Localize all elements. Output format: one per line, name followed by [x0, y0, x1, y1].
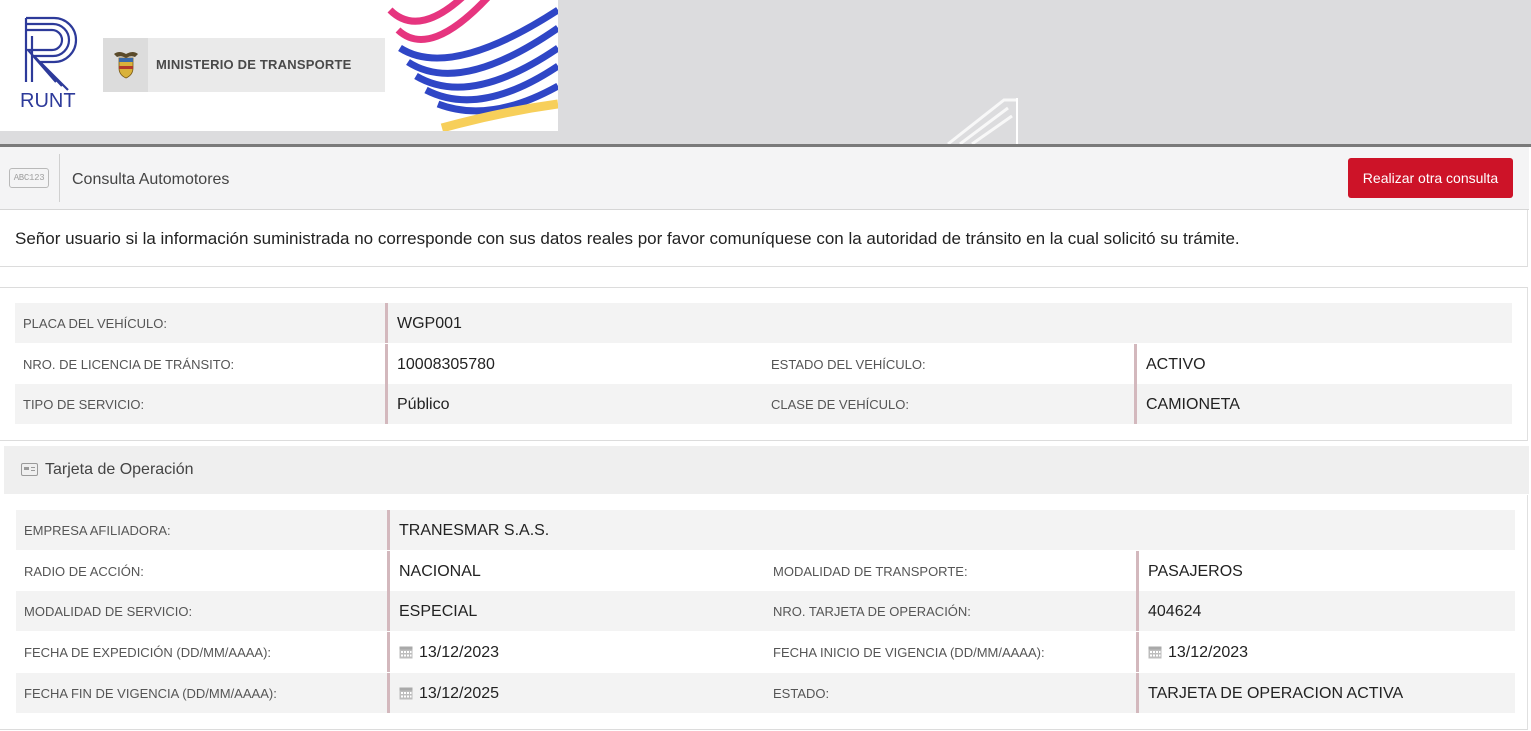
- table-row: FECHA FIN DE VIGENCIA (DD/MM/AAAA): 13/1…: [16, 673, 1515, 713]
- table-row: FECHA DE EXPEDICIÓN (DD/MM/AAAA): 13/12/…: [16, 632, 1515, 672]
- new-query-button[interactable]: Realizar otra consulta: [1348, 158, 1513, 198]
- tipo-servicio-value: Público: [397, 396, 450, 413]
- notice-text: Señor usuario si la información suminist…: [15, 229, 1240, 248]
- tarjeta-section-header[interactable]: Tarjeta de Operación: [4, 446, 1529, 494]
- table-row: PLACA DEL VEHÍCULO: WGP001: [15, 303, 1512, 343]
- placa-value: WGP001: [397, 315, 462, 332]
- tarjeta-info-panel: EMPRESA AFILIADORA: TRANESMAR S.A.S. RAD…: [0, 495, 1528, 730]
- estado-tarjeta-label: ESTADO:: [773, 686, 830, 701]
- calendar-icon: [1148, 646, 1162, 659]
- estado-tarjeta-value-cell: TARJETA DE OPERACION ACTIVA: [1136, 673, 1515, 713]
- modalidad-servicio-label: MODALIDAD DE SERVICIO:: [24, 604, 193, 619]
- header-banner: RUNT MINISTERIO DE TRANSPORTE: [0, 0, 1531, 144]
- fecha-inicio-value-cell: 13/12/2023: [1136, 632, 1515, 672]
- coat-of-arms-icon: [114, 52, 138, 79]
- decorative-waves-graphic: [387, 0, 558, 131]
- fecha-expedicion-value: 13/12/2023: [419, 644, 500, 661]
- estado-vehiculo-label: ESTADO DEL VEHÍCULO:: [771, 357, 926, 372]
- radio-accion-value-cell: NACIONAL: [387, 551, 760, 591]
- licencia-value-cell: 10008305780: [385, 344, 758, 384]
- table-row: NRO. DE LICENCIA DE TRÁNSITO: 1000830578…: [15, 344, 1512, 384]
- clase-vehiculo-value: CAMIONETA: [1146, 396, 1240, 413]
- tipo-servicio-value-cell: Público: [385, 384, 758, 424]
- nro-tarjeta-label: NRO. TARJETA DE OPERACIÓN:: [773, 604, 971, 619]
- runt-logo-text: RUNT: [20, 90, 76, 112]
- calendar-icon: [399, 646, 413, 659]
- table-row: TIPO DE SERVICIO: Público CLASE DE VEHÍC…: [15, 384, 1512, 424]
- placa-label: PLACA DEL VEHÍCULO:: [23, 316, 168, 331]
- fecha-inicio-value: 13/12/2023: [1168, 644, 1249, 661]
- tarjeta-section-title: Tarjeta de Operación: [45, 461, 194, 478]
- seal-box: [103, 38, 148, 92]
- radio-accion-label: RADIO DE ACCIÓN:: [24, 564, 144, 579]
- modalidad-transporte-value-cell: PASAJEROS: [1136, 551, 1515, 591]
- modalidad-servicio-value-cell: ESPECIAL: [387, 591, 760, 631]
- toolbar: ABC123 Consulta Automotores Realizar otr…: [0, 147, 1529, 210]
- estado-vehiculo-value: ACTIVO: [1146, 356, 1206, 373]
- clase-vehiculo-value-cell: CAMIONETA: [1134, 384, 1512, 424]
- page-title: Consulta Automotores: [72, 171, 230, 188]
- calendar-icon: [399, 687, 413, 700]
- nro-tarjeta-value-cell: 404624: [1136, 591, 1515, 631]
- fecha-fin-value: 13/12/2025: [419, 685, 500, 702]
- tipo-servicio-label: TIPO DE SERVICIO:: [23, 397, 145, 412]
- fecha-inicio-label: FECHA INICIO DE VIGENCIA (DD/MM/AAAA):: [773, 645, 1045, 660]
- modalidad-transporte-label: MODALIDAD DE TRANSPORTE:: [773, 564, 968, 579]
- toolbar-separator: [59, 154, 60, 202]
- ministerio-text: MINISTERIO DE TRANSPORTE: [156, 57, 352, 72]
- ministerio-logo: MINISTERIO DE TRANSPORTE: [103, 38, 385, 92]
- card-icon: [21, 463, 38, 476]
- table-row: MODALIDAD DE SERVICIO: ESPECIAL NRO. TAR…: [16, 591, 1515, 631]
- empresa-value-cell: TRANESMAR S.A.S.: [387, 510, 1515, 550]
- fecha-expedicion-value-cell: 13/12/2023: [387, 632, 760, 672]
- empresa-value: TRANESMAR S.A.S.: [399, 522, 550, 539]
- nro-tarjeta-value: 404624: [1148, 603, 1202, 620]
- estado-tarjeta-value: TARJETA DE OPERACION ACTIVA: [1148, 685, 1404, 702]
- table-row: EMPRESA AFILIADORA: TRANESMAR S.A.S.: [16, 510, 1515, 550]
- table-row: RADIO DE ACCIÓN: NACIONAL MODALIDAD DE T…: [16, 551, 1515, 591]
- modalidad-servicio-value: ESPECIAL: [399, 603, 478, 620]
- fecha-fin-value-cell: 13/12/2025: [387, 673, 760, 713]
- licencia-label: NRO. DE LICENCIA DE TRÁNSITO:: [23, 357, 235, 372]
- estado-vehiculo-value-cell: ACTIVO: [1134, 344, 1512, 384]
- header-logo-area: RUNT MINISTERIO DE TRANSPORTE: [0, 0, 558, 131]
- vehicle-info-panel: PLACA DEL VEHÍCULO: WGP001 NRO. DE LICEN…: [0, 287, 1528, 441]
- notice-banner: Señor usuario si la información suminist…: [0, 210, 1528, 267]
- clase-vehiculo-label: CLASE DE VEHÍCULO:: [771, 397, 909, 412]
- empresa-label: EMPRESA AFILIADORA:: [24, 523, 171, 538]
- fecha-expedicion-label: FECHA DE EXPEDICIÓN (DD/MM/AAAA):: [24, 645, 272, 660]
- licencia-value: 10008305780: [397, 356, 495, 373]
- placa-value-cell: WGP001: [385, 303, 1512, 343]
- modalidad-transporte-value: PASAJEROS: [1148, 563, 1243, 580]
- decorative-triangles: [947, 98, 1018, 144]
- license-plate-icon: ABC123: [9, 168, 49, 188]
- fecha-fin-label: FECHA FIN DE VIGENCIA (DD/MM/AAAA):: [24, 686, 277, 701]
- radio-accion-value: NACIONAL: [399, 563, 481, 580]
